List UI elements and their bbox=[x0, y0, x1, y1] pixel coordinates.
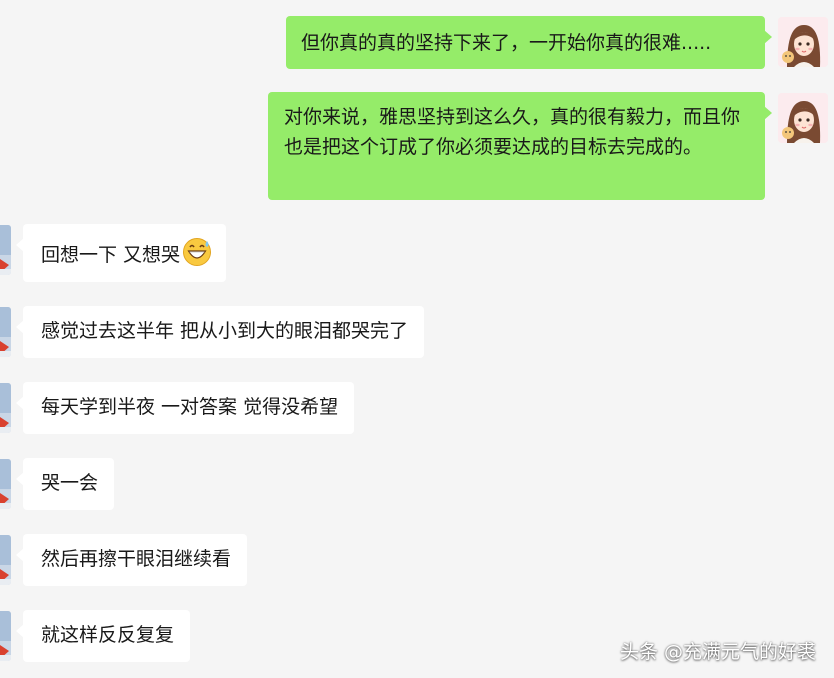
contact-avatar[interactable] bbox=[0, 459, 11, 509]
contact-avatar-icon bbox=[0, 225, 11, 275]
incoming-message-bubble[interactable]: 然后再擦干眼泪继续看 bbox=[15, 534, 248, 586]
contact-avatar[interactable] bbox=[0, 225, 11, 275]
outgoing-message-bubble[interactable]: 对你来说，雅思坚持到这么久，真的很有毅力，而且你也是把这个订成了你必须要达成的目… bbox=[268, 92, 772, 200]
message-text: 感觉过去这半年 把从小到大的眼泪都哭完了 bbox=[41, 320, 409, 342]
contact-avatar-icon bbox=[0, 383, 11, 433]
message-text: 但你真的真的坚持下来了，一开始你真的很难..... bbox=[301, 32, 712, 54]
message-text: 哭一会 bbox=[41, 472, 99, 494]
watermark: 头条 @充满元气的好裘 bbox=[619, 641, 816, 663]
contact-avatar[interactable] bbox=[0, 611, 11, 661]
girl-avatar-icon bbox=[778, 93, 828, 143]
contact-avatar-icon bbox=[0, 611, 11, 661]
contact-avatar-icon bbox=[0, 459, 11, 509]
grinning-sweat-emoji-icon bbox=[183, 238, 212, 266]
message-text: 就这样反反复复 bbox=[41, 624, 175, 646]
message-text: 对你来说，雅思坚持到这么久，真的很有毅力，而且你也是把这个订成了你必须要达成的目… bbox=[284, 106, 741, 158]
contact-avatar[interactable] bbox=[0, 383, 11, 433]
contact-avatar[interactable] bbox=[0, 307, 11, 357]
contact-avatar-icon bbox=[0, 535, 11, 585]
chat-window: 但你真的真的坚持下来了，一开始你真的很难..... 对你来说，雅思坚持到这么久，… bbox=[0, 0, 834, 678]
contact-avatar-icon bbox=[0, 307, 11, 357]
incoming-message-bubble[interactable]: 就这样反反复复 bbox=[15, 610, 191, 662]
message-text: 回想一下 又想哭 bbox=[41, 244, 181, 266]
contact-avatar[interactable] bbox=[0, 535, 11, 585]
message-text: 每天学到半夜 一对答案 觉得没希望 bbox=[41, 396, 339, 418]
outgoing-message-bubble[interactable]: 但你真的真的坚持下来了，一开始你真的很难..... bbox=[286, 16, 772, 69]
incoming-message-bubble[interactable]: 哭一会 bbox=[15, 458, 115, 510]
incoming-message-bubble[interactable]: 感觉过去这半年 把从小到大的眼泪都哭完了 bbox=[15, 306, 425, 358]
incoming-message-bubble[interactable]: 回想一下 又想哭 bbox=[15, 224, 227, 282]
user-avatar[interactable] bbox=[778, 17, 828, 67]
incoming-message-bubble[interactable]: 每天学到半夜 一对答案 觉得没希望 bbox=[15, 382, 355, 434]
girl-avatar-icon bbox=[778, 17, 828, 67]
user-avatar[interactable] bbox=[778, 93, 828, 143]
message-text: 然后再擦干眼泪继续看 bbox=[41, 548, 232, 570]
